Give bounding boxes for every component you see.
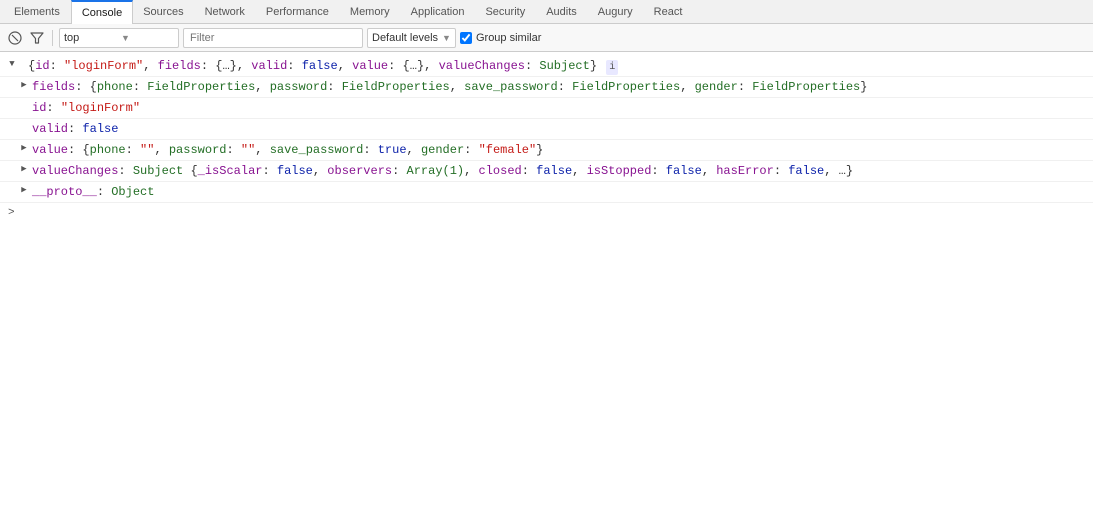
proto-arrow-icon[interactable]: ▶ [18, 184, 30, 198]
tab-memory[interactable]: Memory [340, 0, 401, 24]
object-badge: i [606, 60, 618, 75]
console-prompt[interactable]: > [0, 203, 1093, 224]
value-arrow-icon[interactable]: ▶ [18, 142, 30, 156]
console-main-object[interactable]: ▼ {id: "loginForm", fields: {…}, valid: … [0, 56, 1093, 77]
tab-performance[interactable]: Performance [256, 0, 340, 24]
console-proto-line[interactable]: ▶ __proto__: Object [0, 182, 1093, 203]
console-toolbar: top ▼ Default levels ▼ Group similar [0, 24, 1093, 52]
levels-selector[interactable]: Default levels ▼ [367, 28, 456, 48]
console-value-line[interactable]: ▶ value: {phone: "", password: "", save_… [0, 140, 1093, 161]
toolbar-divider-1 [52, 30, 53, 46]
filter-icon[interactable] [28, 29, 46, 47]
console-output: ▼ {id: "loginForm", fields: {…}, valid: … [0, 52, 1093, 228]
tab-console[interactable]: Console [71, 0, 133, 24]
console-valuechanges-line[interactable]: ▶ valueChanges: Subject {_isScalar: fals… [0, 161, 1093, 182]
tab-application[interactable]: Application [401, 0, 476, 24]
tab-react[interactable]: React [644, 0, 694, 24]
tab-bar: Elements Console Sources Network Perform… [0, 0, 1093, 24]
context-selector[interactable]: top ▼ [59, 28, 179, 48]
filter-input[interactable] [183, 28, 363, 48]
tab-augury[interactable]: Augury [588, 0, 644, 24]
tab-sources[interactable]: Sources [133, 0, 194, 24]
tab-network[interactable]: Network [195, 0, 256, 24]
console-fields-line[interactable]: ▶ fields: {phone: FieldProperties, passw… [0, 77, 1093, 98]
tab-elements[interactable]: Elements [4, 0, 71, 24]
tab-security[interactable]: Security [475, 0, 536, 24]
console-id-line: id: "loginForm" [0, 98, 1093, 119]
tab-audits[interactable]: Audits [536, 0, 588, 24]
expand-arrow-icon[interactable]: ▼ [6, 58, 18, 72]
prompt-chevron-icon: > [8, 205, 15, 222]
levels-arrow-icon: ▼ [442, 33, 451, 43]
group-similar-label[interactable]: Group similar [460, 32, 541, 44]
clear-console-icon[interactable] [6, 29, 24, 47]
valuechanges-arrow-icon[interactable]: ▶ [18, 163, 30, 177]
context-arrow-icon: ▼ [121, 33, 174, 43]
fields-arrow-icon[interactable]: ▶ [18, 79, 30, 93]
console-valid-line: valid: false [0, 119, 1093, 140]
group-similar-checkbox[interactable] [460, 32, 472, 44]
